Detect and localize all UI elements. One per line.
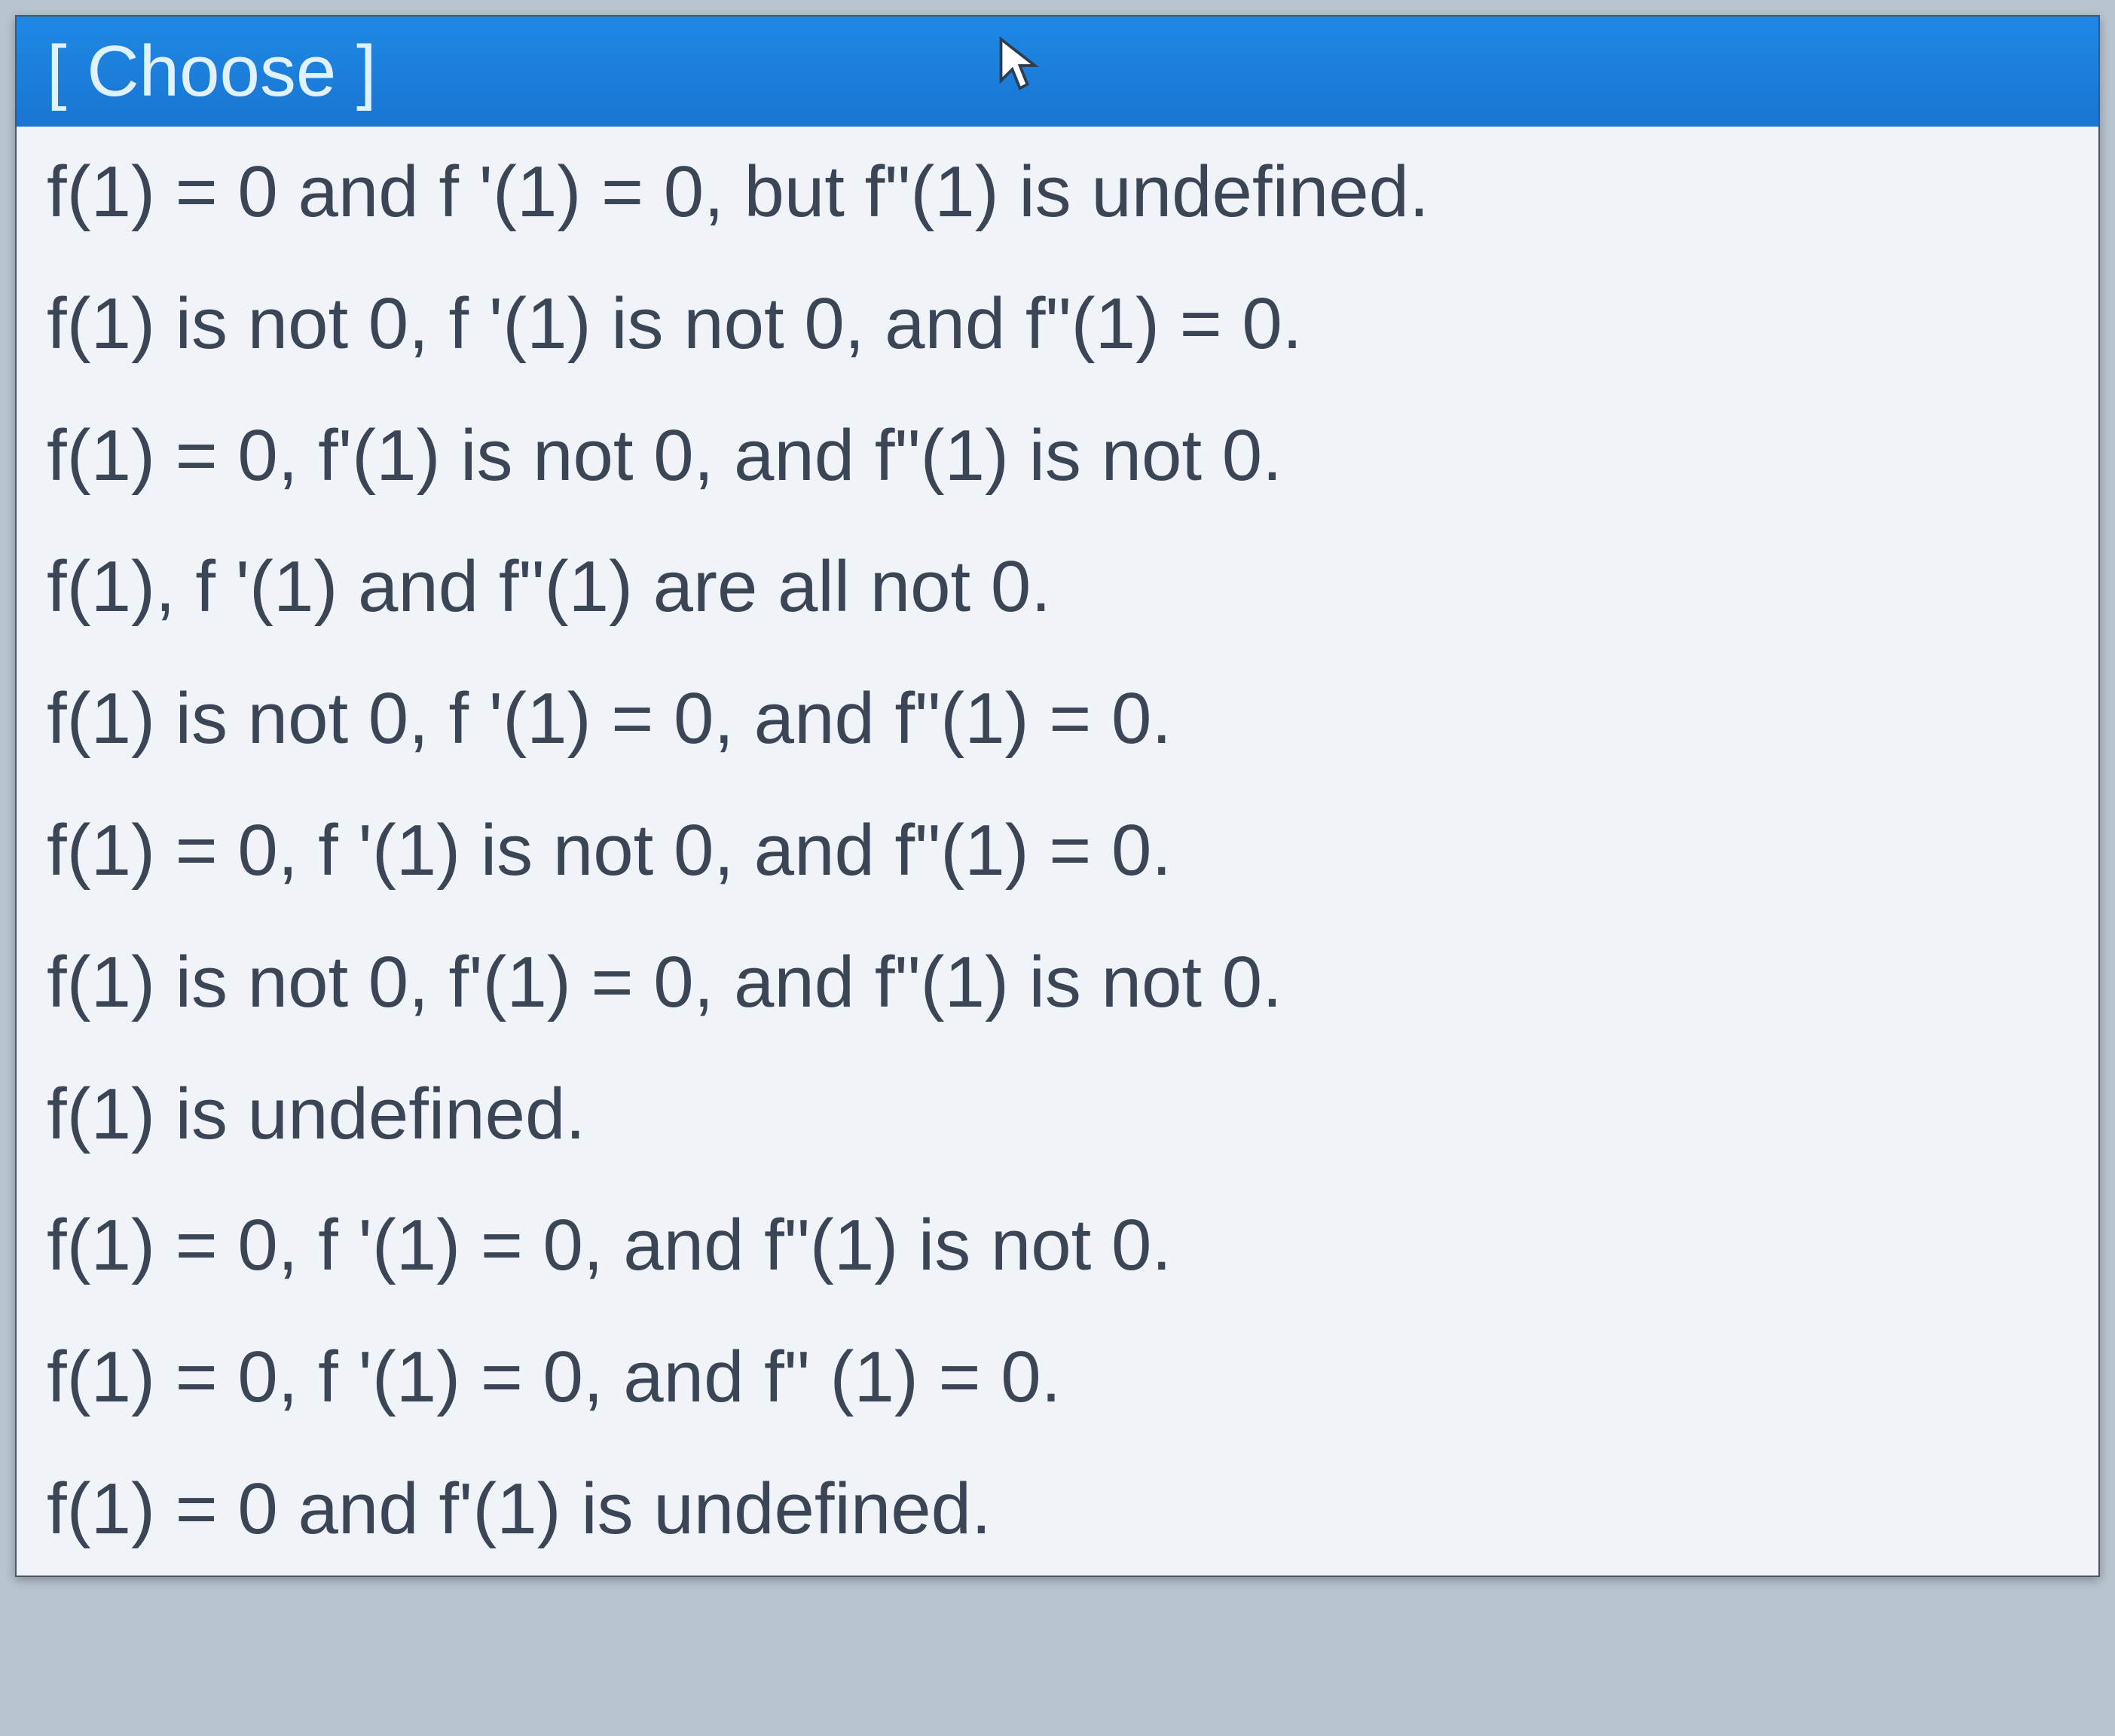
dropdown-options-list: f(1) = 0 and f '(1) = 0, but f"(1) is un… bbox=[17, 127, 2098, 1576]
dropdown-option[interactable]: f(1), f '(1) and f"(1) are all not 0. bbox=[17, 521, 2098, 653]
cursor-icon bbox=[995, 30, 1041, 113]
dropdown-placeholder[interactable]: [ Choose ] bbox=[17, 17, 2098, 127]
dropdown-option[interactable]: f(1) = 0, f '(1) is not 0, and f"(1) = 0… bbox=[17, 785, 2098, 917]
dropdown-option[interactable]: f(1) = 0 and f '(1) = 0, but f"(1) is un… bbox=[17, 127, 2098, 258]
dropdown-option[interactable]: f(1) = 0, f'(1) is not 0, and f"(1) is n… bbox=[17, 390, 2098, 522]
dropdown-option[interactable]: f(1) is not 0, f'(1) = 0, and f"(1) is n… bbox=[17, 917, 2098, 1049]
dropdown-option[interactable]: f(1) = 0, f '(1) = 0, and f" (1) = 0. bbox=[17, 1312, 2098, 1444]
dropdown-option[interactable]: f(1) = 0 and f'(1) is undefined. bbox=[17, 1444, 2098, 1576]
dropdown-menu: [ Choose ] f(1) = 0 and f '(1) = 0, but … bbox=[15, 15, 2100, 1577]
dropdown-placeholder-text: [ Choose ] bbox=[47, 30, 377, 113]
dropdown-option[interactable]: f(1) is not 0, f '(1) is not 0, and f"(1… bbox=[17, 258, 2098, 390]
dropdown-option[interactable]: f(1) = 0, f '(1) = 0, and f"(1) is not 0… bbox=[17, 1180, 2098, 1312]
dropdown-option[interactable]: f(1) is not 0, f '(1) = 0, and f"(1) = 0… bbox=[17, 653, 2098, 785]
dropdown-option[interactable]: f(1) is undefined. bbox=[17, 1049, 2098, 1181]
